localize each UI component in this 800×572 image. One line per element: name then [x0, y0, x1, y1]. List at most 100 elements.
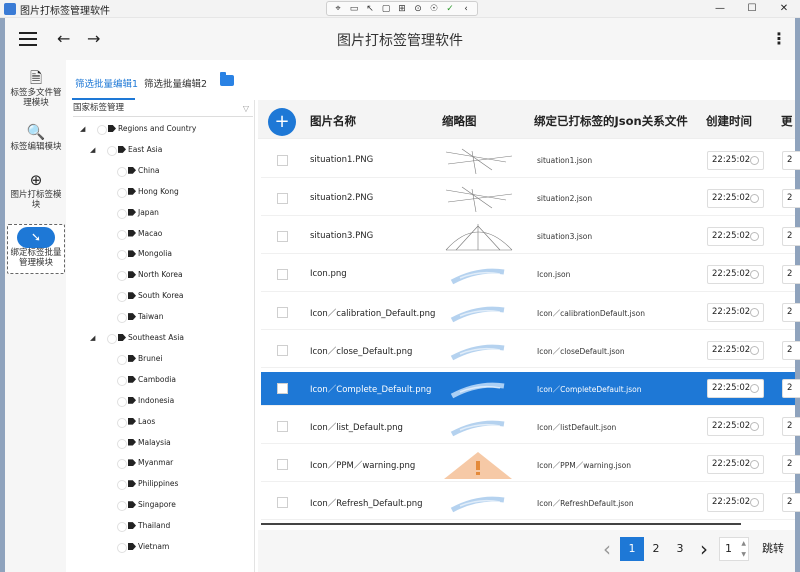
tree-checkbox[interactable] — [117, 250, 127, 261]
clock-icon[interactable] — [750, 270, 759, 279]
table-row[interactable]: situation2.PNG situation2.json 22:25:02 2 — [261, 182, 800, 216]
tree-checkbox[interactable] — [117, 459, 127, 470]
nav-item-multi-file[interactable]: 🗎 标签多文件管理模块 — [7, 68, 65, 114]
update-time-picker[interactable]: 2 — [782, 341, 800, 360]
collapse-triangle-icon[interactable]: ◢ — [80, 122, 85, 136]
tree-checkbox[interactable] — [117, 501, 127, 512]
row-checkbox[interactable] — [277, 497, 288, 508]
column-header-json-file[interactable]: 绑定已打标签的Json关系文件 — [534, 113, 688, 129]
close-button[interactable]: ✕ — [768, 0, 800, 18]
row-checkbox[interactable] — [277, 459, 288, 470]
clock-icon[interactable] — [750, 232, 759, 241]
row-checkbox[interactable] — [277, 231, 288, 242]
create-time-picker[interactable]: 22:25:02 — [707, 189, 764, 208]
tree-checkbox[interactable] — [117, 166, 127, 177]
tree-node-item[interactable]: Indonesia — [70, 394, 254, 408]
update-time-picker[interactable]: 2 — [782, 151, 800, 170]
row-checkbox[interactable] — [277, 307, 288, 318]
row-checkbox[interactable] — [277, 155, 288, 166]
tree-node-root[interactable]: ◢ Regions and Country — [70, 122, 254, 136]
collapse-triangle-icon[interactable]: ◢ — [90, 143, 95, 157]
binding-icon[interactable]: ⊙ — [410, 2, 426, 16]
tree-node-item[interactable]: Laos — [70, 415, 254, 429]
create-time-picker[interactable]: 22:25:02 — [707, 455, 764, 474]
tree-checkbox[interactable] — [117, 438, 127, 449]
tree-checkbox[interactable] — [107, 334, 117, 344]
clock-icon[interactable] — [750, 460, 759, 469]
tree-checkbox[interactable] — [117, 543, 127, 553]
table-row[interactable]: situation3.PNG situation3.json 22:25:02 2 — [261, 220, 800, 254]
tree-checkbox[interactable] — [97, 125, 107, 135]
table-row[interactable]: Icon／calibration_Default.png Icon／calibra… — [261, 296, 800, 330]
more-options-icon[interactable]: ⋮ — [771, 29, 787, 48]
nav-item-bind-tag-batch[interactable]: ➘ 绑定标签批量管理模块 — [7, 224, 65, 274]
tag-category-select[interactable]: 国家标签管理 ▽ — [73, 101, 253, 117]
update-time-picker[interactable]: 2 — [782, 417, 800, 436]
nav-item-tag-edit[interactable]: 🔍 标签编辑模块 — [7, 122, 65, 162]
tree-node-group[interactable]: ◢ East Asia — [70, 143, 254, 157]
page-button-1[interactable]: 1 — [620, 537, 644, 561]
row-checkbox[interactable] — [277, 383, 288, 394]
pointer-icon[interactable]: ↖ — [362, 2, 378, 16]
add-button[interactable]: + — [268, 108, 296, 136]
create-time-picker[interactable]: 22:25:02 — [707, 265, 764, 284]
table-row[interactable]: Icon／list_Default.png Icon／listDefault.js… — [261, 410, 800, 444]
table-row[interactable]: Icon／PPM／warning.png Icon／PPM／warning.jso… — [261, 448, 800, 482]
tree-checkbox[interactable] — [117, 187, 127, 198]
clock-icon[interactable] — [750, 422, 759, 431]
row-checkbox[interactable] — [277, 269, 288, 280]
page-button-3[interactable]: 3 — [668, 537, 692, 561]
tab-filter-batch-edit-2[interactable]: 筛选批量编辑2 — [144, 76, 207, 90]
tree-node-item[interactable]: Philippines — [70, 477, 254, 491]
row-checkbox[interactable] — [277, 345, 288, 356]
table-row[interactable]: Icon／Refresh_Default.png Icon／RefreshDefa… — [261, 486, 800, 520]
tree-checkbox[interactable] — [117, 396, 127, 407]
create-time-picker[interactable]: 22:25:02 — [707, 151, 764, 170]
video-icon[interactable]: ▭ — [346, 2, 362, 16]
clock-icon[interactable] — [750, 346, 759, 355]
tree-node-item[interactable]: Myanmar — [70, 456, 254, 470]
create-time-picker[interactable]: 22:25:02 — [707, 341, 764, 360]
tree-node-item[interactable]: Thailand — [70, 519, 254, 533]
tree-node-item[interactable]: Cambodia — [70, 373, 254, 387]
page-number-input[interactable]: 1 ▲ ▼ — [719, 537, 749, 561]
table-row[interactable]: Icon.png Icon.json 22:25:02 2 — [261, 258, 800, 292]
accessibility-icon[interactable]: ☉ — [426, 2, 442, 16]
create-time-picker[interactable]: 22:25:02 — [707, 417, 764, 436]
tree-node-item[interactable]: Taiwan — [70, 310, 254, 324]
table-row[interactable]: Icon／close_Default.png Icon／closeDefault.… — [261, 334, 800, 368]
create-time-picker[interactable]: 22:25:02 — [707, 227, 764, 246]
update-time-picker[interactable]: 2 — [782, 265, 800, 284]
create-time-picker[interactable]: 22:25:02 — [707, 303, 764, 322]
tree-checkbox[interactable] — [117, 292, 127, 303]
tree-node-item[interactable]: South Korea — [70, 289, 254, 303]
go-to-page-button[interactable]: 跳转 — [753, 535, 793, 563]
tab-filter-batch-edit-1[interactable]: 筛选批量编辑1 — [75, 76, 138, 90]
table-row[interactable]: Icon／Complete_Default.png Icon／CompleteDe… — [261, 372, 800, 406]
tree-node-item[interactable]: Vietnam — [70, 540, 254, 554]
tree-checkbox[interactable] — [117, 208, 127, 219]
column-header-thumbnail[interactable]: 缩略图 — [442, 113, 477, 129]
minimize-button[interactable]: — — [704, 0, 736, 18]
update-time-picker[interactable]: 2 — [782, 227, 800, 246]
frame-icon[interactable]: ▢ — [378, 2, 394, 16]
clock-icon[interactable] — [750, 498, 759, 507]
tree-checkbox[interactable] — [117, 417, 127, 428]
tree-node-item[interactable]: China — [70, 164, 254, 178]
tree-checkbox[interactable] — [117, 271, 127, 282]
tree-checkbox[interactable] — [117, 375, 127, 386]
tree-checkbox[interactable] — [117, 522, 127, 533]
select-icon[interactable]: ⌖ — [330, 2, 346, 16]
clock-icon[interactable] — [750, 156, 759, 165]
update-time-picker[interactable]: 2 — [782, 379, 800, 398]
clock-icon[interactable] — [750, 384, 759, 393]
tree-node-item[interactable]: Macao — [70, 227, 254, 241]
folder-icon[interactable] — [220, 72, 234, 86]
update-time-picker[interactable]: 2 — [782, 303, 800, 322]
spinner-icon[interactable]: ▲ ▼ — [741, 538, 746, 560]
column-header-create-time[interactable]: 创建时间 — [706, 113, 752, 129]
page-button-2[interactable]: 2 — [644, 537, 668, 561]
clock-icon[interactable] — [750, 308, 759, 317]
table-row[interactable]: situation1.PNG situation1.json 22:25:02 2 — [261, 144, 800, 178]
column-header-image-name[interactable]: 图片名称 — [310, 113, 356, 129]
